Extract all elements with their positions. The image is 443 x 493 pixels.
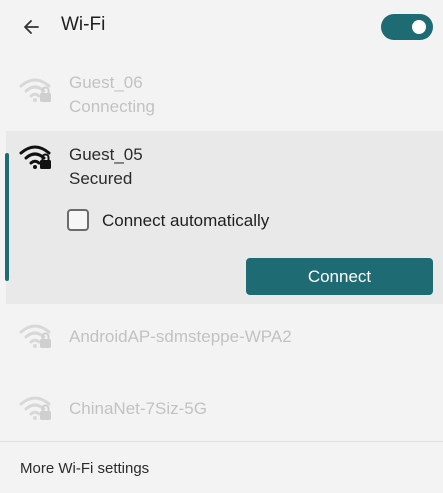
network-item-guest-06[interactable]: Guest_06 Connecting xyxy=(0,66,443,126)
network-status: Secured xyxy=(69,169,133,188)
page-title: Wi-Fi xyxy=(61,14,106,35)
wifi-secured-icon xyxy=(19,396,51,420)
connect-automatically-label[interactable]: Connect automatically xyxy=(102,211,269,231)
network-name: Guest_06 xyxy=(69,73,143,92)
wifi-secured-icon xyxy=(19,145,51,169)
wifi-secured-icon xyxy=(19,78,51,102)
network-item-androidap[interactable]: AndroidAP-sdmsteppe-WPA2 xyxy=(0,314,443,362)
wifi-secured-icon xyxy=(19,324,51,348)
connect-automatically-checkbox[interactable] xyxy=(67,209,89,231)
back-arrow-icon[interactable] xyxy=(18,13,46,41)
connect-button[interactable]: Connect xyxy=(246,258,433,295)
wifi-flyout: Wi-Fi Guest_06 Connecting Guest_05 Secur… xyxy=(0,0,443,493)
network-item-chinanet[interactable]: ChinaNet-7Siz-5G xyxy=(0,386,443,434)
network-name: AndroidAP-sdmsteppe-WPA2 xyxy=(69,327,292,346)
wifi-toggle[interactable] xyxy=(381,14,433,40)
network-status: Connecting xyxy=(69,97,156,116)
toggle-knob xyxy=(412,20,426,34)
header: Wi-Fi xyxy=(0,0,443,56)
more-wifi-settings-link[interactable]: More Wi-Fi settings xyxy=(20,460,149,477)
divider xyxy=(0,441,443,442)
network-name: Guest_05 xyxy=(69,145,143,164)
network-name: ChinaNet-7Siz-5G xyxy=(69,399,207,418)
selection-indicator xyxy=(5,153,9,281)
